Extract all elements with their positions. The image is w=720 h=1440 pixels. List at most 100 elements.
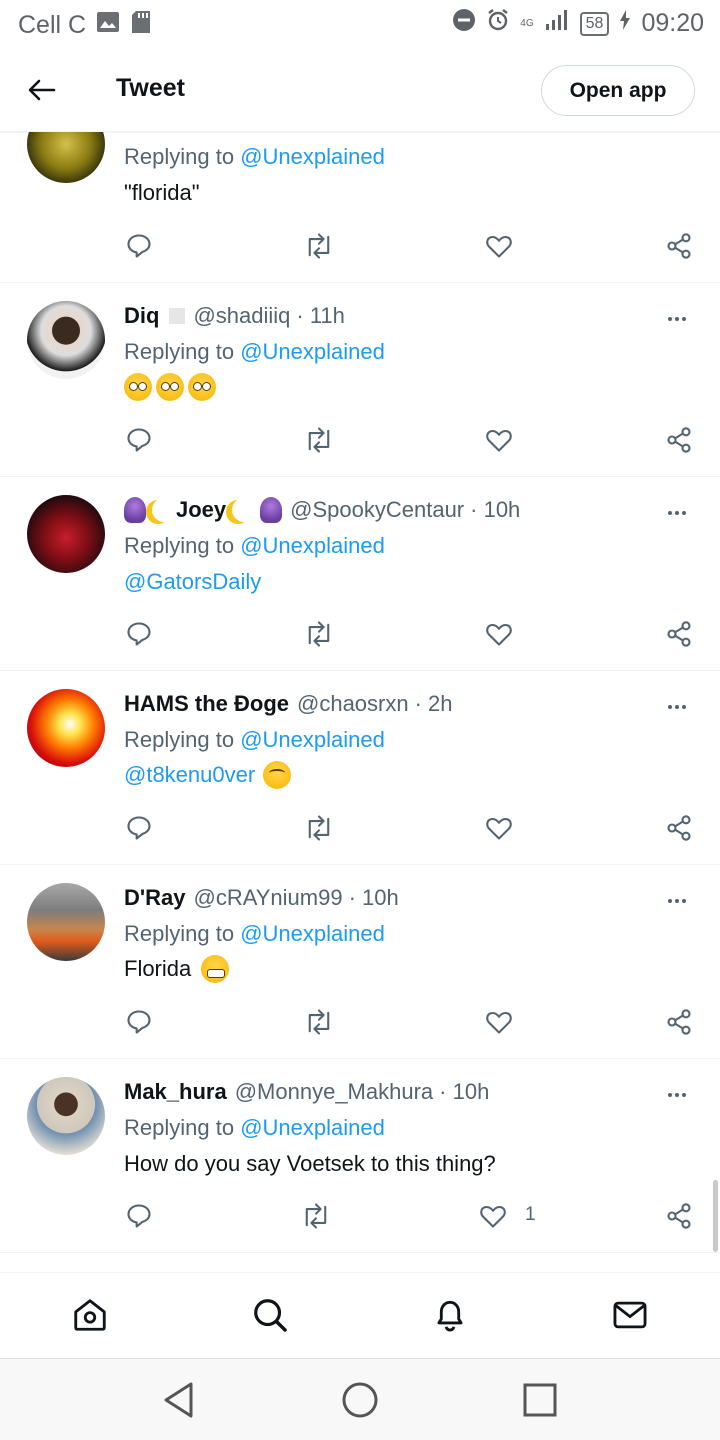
tweet-item[interactable]: Replying to @Unexplained "florida" (0, 132, 720, 283)
like-button[interactable] (482, 811, 516, 845)
clock: 09:20 (641, 9, 704, 37)
share-button[interactable] (662, 1199, 696, 1233)
nav-home[interactable] (70, 1295, 110, 1335)
tweet-header: HAMS the Đoge @chaosrxn · 2h (124, 691, 453, 717)
replying-to-link[interactable]: @Unexplained (240, 727, 385, 752)
share-button[interactable] (662, 617, 696, 651)
tweet-header: Mak_hura @Monnye_Makhura · 10h (124, 1079, 489, 1105)
author-name[interactable]: Joey (176, 497, 226, 523)
reply-button[interactable] (122, 1005, 156, 1039)
tweet-item[interactable]: Mak_hura @Monnye_Makhura · 10h Replying … (0, 1059, 720, 1253)
system-home-button[interactable] (339, 1379, 381, 1421)
like-button[interactable] (482, 617, 516, 651)
reply-button[interactable] (122, 423, 156, 457)
avatar[interactable] (27, 301, 105, 379)
share-button[interactable] (662, 1005, 696, 1039)
retweet-icon (308, 815, 330, 841)
status-right: 4G 58 09:20 (452, 8, 704, 39)
tweet-item[interactable]: Diq @shadiiiq · 11h Replying to @Unexpla… (0, 283, 720, 477)
mention-link[interactable]: @GatorsDaily (124, 569, 261, 595)
rolling-eyes-emoji-icon (263, 761, 292, 789)
avatar[interactable] (27, 495, 105, 573)
replying-to-link[interactable]: @Unexplained (240, 921, 385, 946)
avatar[interactable] (27, 1077, 105, 1155)
tweet-actions: 1 (0, 1199, 720, 1233)
retweet-button[interactable] (302, 423, 336, 457)
like-button[interactable] (482, 1005, 516, 1039)
share-button[interactable] (662, 811, 696, 845)
retweet-button[interactable] (302, 229, 336, 263)
reply-button[interactable] (122, 617, 156, 651)
share-button[interactable] (662, 229, 696, 263)
share-button[interactable] (662, 423, 696, 457)
reply-icon (127, 1010, 151, 1034)
author-name[interactable]: Diq (124, 303, 159, 329)
author-handle[interactable]: @SpookyCentaur (290, 497, 464, 523)
like-button[interactable] (476, 1199, 510, 1233)
retweet-button[interactable] (302, 811, 336, 845)
author-handle[interactable]: @Monnye_Makhura (235, 1079, 433, 1105)
author-handle[interactable]: @chaosrxn (297, 691, 409, 717)
retweet-button[interactable] (302, 617, 336, 651)
flushed-emoji-icon (156, 373, 184, 401)
gallery-icon (96, 11, 120, 40)
retweet-button[interactable] (299, 1199, 333, 1233)
more-options-button[interactable] (662, 697, 692, 717)
more-options-button[interactable] (662, 1085, 692, 1105)
tweet-item[interactable]: HAMS the Đoge @chaosrxn · 2h Replying to… (0, 671, 720, 865)
open-app-button[interactable]: Open app (541, 65, 695, 116)
author-name[interactable]: D'Ray (124, 885, 185, 911)
mail-icon (613, 1301, 647, 1329)
avatar[interactable] (27, 883, 105, 961)
flushed-emoji-icon (188, 373, 216, 401)
more-options-button[interactable] (662, 891, 692, 911)
replying-to-link[interactable]: @Unexplained (240, 144, 385, 169)
tweet-text (124, 373, 216, 401)
share-icon (667, 621, 691, 647)
replying-to: Replying to @Unexplained (124, 921, 385, 947)
replying-prefix: Replying to (124, 144, 235, 169)
nav-notifications[interactable] (430, 1295, 470, 1335)
replying-to: Replying to @Unexplained (124, 339, 385, 365)
author-name[interactable]: HAMS the Đoge (124, 691, 289, 717)
share-icon (667, 1009, 691, 1035)
signal-icon (544, 9, 570, 38)
tweet-time[interactable]: · 2h (415, 691, 453, 717)
tweet-time[interactable]: · 10h (470, 497, 520, 523)
reply-button[interactable] (122, 1199, 156, 1233)
replying-to-link[interactable]: @Unexplained (240, 339, 385, 364)
square-recents-icon (523, 1383, 557, 1417)
system-back-button[interactable] (158, 1379, 200, 1421)
like-button[interactable] (482, 423, 516, 457)
author-handle[interactable]: @shadiiiq (193, 303, 290, 329)
replying-to-link[interactable]: @Unexplained (240, 1115, 385, 1140)
tweet-time[interactable]: · 10h (439, 1079, 489, 1105)
back-button[interactable] (24, 72, 60, 108)
author-handle[interactable]: @cRAYnium99 (193, 885, 342, 911)
like-button[interactable] (482, 229, 516, 263)
reply-button[interactable] (122, 229, 156, 263)
tweet-time[interactable]: · 10h (349, 885, 399, 911)
tweet-actions (0, 617, 720, 651)
system-recents-button[interactable] (519, 1379, 561, 1421)
retweet-button[interactable] (302, 1005, 336, 1039)
home-icon (74, 1299, 106, 1331)
more-options-button[interactable] (662, 309, 692, 329)
reply-button[interactable] (122, 811, 156, 845)
search-icon (254, 1299, 287, 1332)
nav-messages[interactable] (610, 1295, 650, 1335)
tweet-time[interactable]: · 11h (296, 303, 345, 329)
author-name[interactable]: Mak_hura (124, 1079, 227, 1105)
avatar[interactable] (27, 689, 105, 767)
tweet-item[interactable]: Joey @SpookyCentaur · 10h Replying to @U… (0, 477, 720, 671)
mention-link[interactable]: @t8kenu0ver (124, 762, 255, 788)
scrollbar[interactable] (713, 1180, 718, 1252)
avatar[interactable] (27, 132, 105, 183)
moon-emoji-icon (232, 498, 256, 522)
battery-indicator: 58 (579, 11, 610, 36)
nav-search[interactable] (250, 1295, 290, 1335)
replying-to-link[interactable]: @Unexplained (240, 533, 385, 558)
tweet-item[interactable]: D'Ray @cRAYnium99 · 10h Replying to @Une… (0, 865, 720, 1059)
moon-emoji-icon (152, 498, 176, 522)
more-options-button[interactable] (662, 503, 692, 523)
